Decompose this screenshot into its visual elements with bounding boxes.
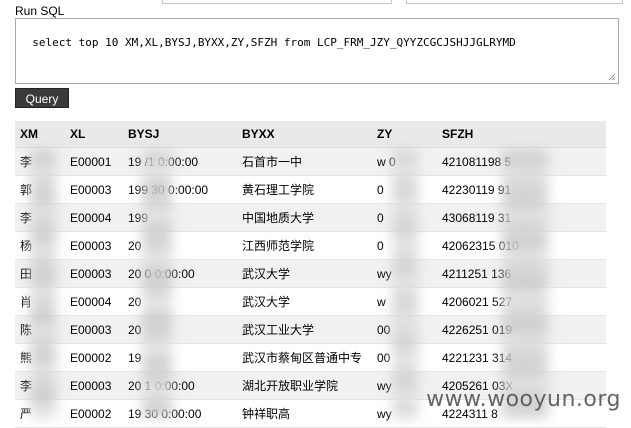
watermark-text: www.wooyun.org (426, 387, 621, 412)
cell-bysj: 199 (123, 203, 237, 232)
privacy-blur-zy (392, 150, 418, 418)
cell-byxx: 中国地质大学 (237, 203, 372, 232)
cell-bysj: 19 /1 0:00:00 (123, 147, 237, 176)
cell-xl: E00003 (65, 175, 123, 204)
top-input-strip-right (406, 0, 623, 4)
column-header-byxx: BYXX (237, 121, 372, 148)
cell-xl: E00001 (65, 147, 123, 176)
column-header-xl: XL (65, 121, 123, 148)
cell-bysj: 199 30 0:00:00 (123, 175, 237, 204)
cell-byxx: 武汉大学 (237, 287, 372, 316)
cell-xl: E00002 (65, 399, 123, 428)
column-header-xm: XM (15, 121, 65, 148)
privacy-blur-bysj (142, 150, 172, 418)
cell-byxx: 黄石理工学院 (237, 175, 372, 204)
column-header-zy: ZY (372, 121, 437, 148)
cell-bysj: 20 (123, 231, 237, 260)
cell-bysj: 19 30 0:00:00 (123, 399, 237, 428)
cell-bysj: 20 (123, 315, 237, 344)
table-header-row: XM XL BYSJ BYXX ZY SFZH (15, 121, 606, 148)
privacy-blur-xm (30, 150, 56, 418)
cell-byxx: 武汉工业大学 (237, 315, 372, 344)
cell-bysj: 20 1 0:00:00 (123, 371, 237, 400)
cell-xl: E00003 (65, 231, 123, 260)
cell-byxx: 石首市一中 (237, 147, 372, 176)
column-header-sfzh: SFZH (437, 121, 606, 148)
cell-xl: E00004 (65, 287, 123, 316)
run-sql-label: Run SQL (15, 4, 65, 18)
privacy-blur-sfzh (502, 150, 548, 418)
cell-xl: E00004 (65, 203, 123, 232)
resize-grip-icon[interactable] (608, 73, 616, 81)
cell-bysj: 20 (123, 287, 237, 316)
sql-text: select top 10 XM,XL,BYSJ,BYXX,ZY,SFZH fr… (32, 36, 516, 49)
top-input-strip-left (162, 0, 392, 4)
cell-xl: E00003 (65, 315, 123, 344)
cell-bysj: 19 (123, 343, 237, 372)
query-button[interactable]: Query (15, 88, 69, 108)
cell-byxx: 武汉大学 (237, 259, 372, 288)
cell-bysj: 20 0 0:00:00 (123, 259, 237, 288)
cell-xl: E00002 (65, 343, 123, 372)
cell-xl: E00003 (65, 371, 123, 400)
sql-textarea[interactable]: select top 10 XM,XL,BYSJ,BYXX,ZY,SFZH fr… (15, 18, 619, 84)
cell-byxx: 钟祥职高 (237, 399, 372, 428)
cell-xl: E00003 (65, 259, 123, 288)
column-header-bysj: BYSJ (123, 121, 237, 148)
cell-byxx: 湖北开放职业学院 (237, 371, 372, 400)
cell-byxx: 武汉市蔡甸区普通中专 (237, 343, 372, 372)
cell-byxx: 江西师范学院 (237, 231, 372, 260)
